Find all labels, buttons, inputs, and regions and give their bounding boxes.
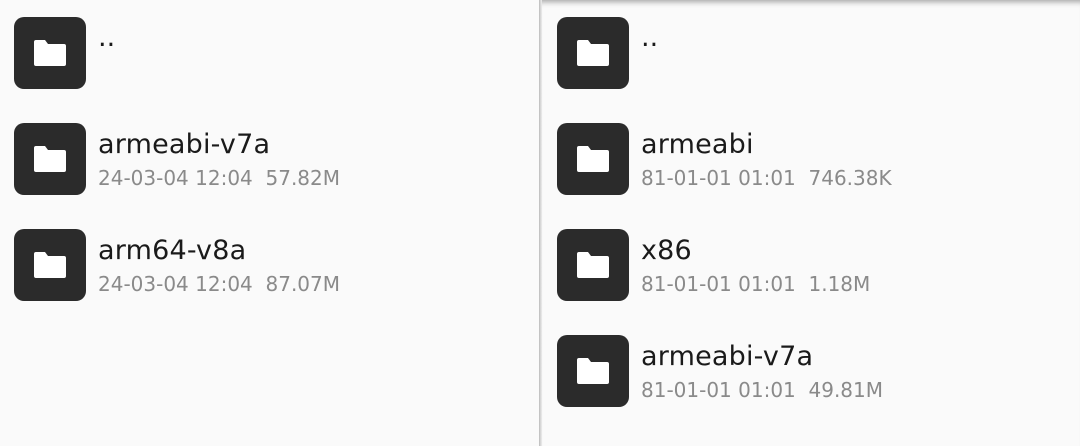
folder-icon — [557, 335, 629, 407]
folder-icon — [14, 123, 86, 195]
file-date: 81-01-01 01:01 — [641, 165, 796, 190]
folder-icon — [557, 123, 629, 195]
file-name: .. — [641, 22, 659, 53]
dual-pane-file-browser: .. armeabi-v7a 24-03-04 12:04 57.82M arm… — [0, 0, 1080, 446]
file-name: armeabi-v7a — [98, 128, 271, 160]
file-size: 746.38K — [808, 165, 892, 190]
folder-list-item[interactable]: armeabi-v7a 81-01-01 01:01 49.81M — [542, 318, 1080, 424]
file-name: arm64-v8a — [98, 234, 247, 266]
file-date: 81-01-01 01:01 — [641, 271, 796, 296]
file-size: 57.82M — [265, 165, 341, 190]
folder-list-item[interactable]: x86 81-01-01 01:01 1.18M — [542, 212, 1080, 318]
file-size: 49.81M — [808, 377, 884, 402]
file-text: armeabi-v7a 81-01-01 01:01 49.81M — [641, 340, 883, 403]
folder-icon — [557, 17, 629, 89]
file-name: .. — [98, 22, 116, 53]
folder-list-item[interactable]: arm64-v8a 24-03-04 12:04 87.07M — [0, 212, 539, 318]
file-name: armeabi — [641, 128, 754, 160]
left-file-pane[interactable]: .. armeabi-v7a 24-03-04 12:04 57.82M arm… — [0, 0, 539, 446]
file-meta: 81-01-01 01:01 746.38K — [641, 165, 892, 191]
folder-icon — [14, 229, 86, 301]
file-text: armeabi-v7a 24-03-04 12:04 57.82M — [98, 128, 340, 191]
file-date: 24-03-04 12:04 — [98, 165, 253, 190]
file-size: 1.18M — [808, 271, 871, 296]
file-meta: 81-01-01 01:01 49.81M — [641, 377, 883, 403]
file-date: 24-03-04 12:04 — [98, 271, 253, 296]
file-size: 87.07M — [265, 271, 341, 296]
file-text: arm64-v8a 24-03-04 12:04 87.07M — [98, 234, 340, 297]
right-file-pane[interactable]: .. armeabi 81-01-01 01:01 746.38K x86 81… — [542, 0, 1080, 446]
file-meta: 24-03-04 12:04 57.82M — [98, 165, 340, 191]
file-date: 81-01-01 01:01 — [641, 377, 796, 402]
folder-list-item[interactable]: armeabi 81-01-01 01:01 746.38K — [542, 106, 1080, 212]
folder-list-item[interactable]: armeabi-v7a 24-03-04 12:04 57.82M — [0, 106, 539, 212]
file-text: x86 81-01-01 01:01 1.18M — [641, 234, 870, 297]
file-meta: 24-03-04 12:04 87.07M — [98, 271, 340, 297]
parent-directory-item[interactable]: .. — [0, 0, 539, 106]
file-text: .. — [98, 22, 115, 55]
parent-directory-item[interactable]: .. — [542, 0, 1080, 106]
folder-icon — [14, 17, 86, 89]
folder-icon — [557, 229, 629, 301]
file-name: armeabi-v7a — [641, 340, 814, 372]
file-text: .. — [641, 22, 658, 55]
file-meta: 81-01-01 01:01 1.18M — [641, 271, 870, 297]
file-text: armeabi 81-01-01 01:01 746.38K — [641, 128, 892, 191]
file-name: x86 — [641, 234, 692, 266]
